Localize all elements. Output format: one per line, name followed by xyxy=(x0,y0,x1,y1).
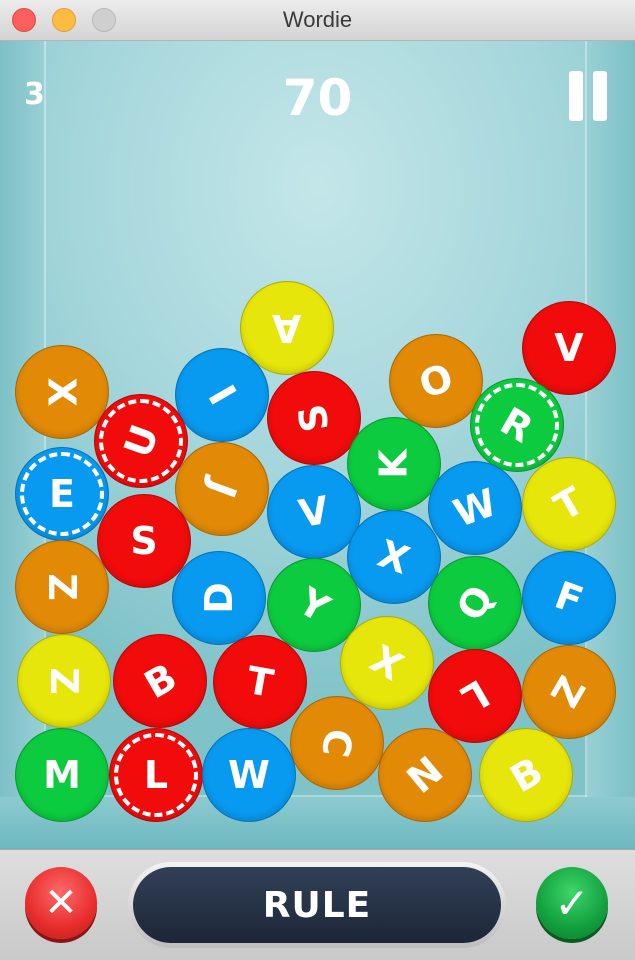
current-word: RULE xyxy=(133,867,501,943)
letter-ball-w[interactable]: W xyxy=(202,728,296,822)
letter-ball-x[interactable]: X xyxy=(347,510,441,604)
score: 70 xyxy=(282,69,353,127)
ball-letter: C xyxy=(312,725,362,761)
ball-letter: Z xyxy=(42,667,86,695)
ball-letter: Z xyxy=(543,669,595,715)
letter-ball-c[interactable]: C xyxy=(290,696,384,790)
ball-letter: Y xyxy=(291,579,337,631)
ball-letter: W xyxy=(447,480,503,536)
control-bar: ✕ RULE ✓ xyxy=(0,849,635,960)
ball-letter: O xyxy=(413,354,459,408)
ball-letter: Z xyxy=(40,573,84,601)
close-icon: ✕ xyxy=(44,880,78,926)
letter-ball-i[interactable]: I xyxy=(175,348,269,442)
letter-ball-r[interactable]: R xyxy=(470,378,564,472)
ball-letter: E xyxy=(49,472,75,516)
pause-icon[interactable] xyxy=(565,71,611,121)
left-wall xyxy=(0,41,44,849)
ball-letter: K xyxy=(371,449,416,479)
ball-letter: W xyxy=(228,753,270,797)
ball-letter: T xyxy=(546,478,592,530)
letter-ball-l[interactable]: L xyxy=(109,728,203,822)
letter-ball-m[interactable]: M xyxy=(15,728,109,822)
ball-letter: X xyxy=(363,636,411,690)
ball-letter: T xyxy=(243,658,277,706)
letter-ball-u[interactable]: U xyxy=(94,394,188,488)
letter-ball-t[interactable]: T xyxy=(213,635,307,729)
ball-letter: D xyxy=(196,582,241,614)
ball-letter: R xyxy=(493,398,541,452)
ball-letter: X xyxy=(40,377,84,407)
ball-letter: F xyxy=(549,572,589,624)
ball-letter: V xyxy=(554,326,584,370)
ball-letter: X xyxy=(372,531,416,583)
letter-ball-q[interactable]: Q xyxy=(428,556,522,650)
checkmark-icon: ✓ xyxy=(554,878,590,928)
letter-ball-b[interactable]: B xyxy=(113,634,207,728)
clear-word-button[interactable]: ✕ xyxy=(25,867,97,939)
letter-ball-x[interactable]: X xyxy=(15,345,109,439)
ball-letter: S xyxy=(130,519,158,563)
game-board: 3 70 AVXIOUSRKEJVWTSXZDYQFZBTXLZMLWCNB xyxy=(0,41,635,849)
ball-letter: B xyxy=(136,654,184,708)
ball-letter: L xyxy=(143,753,169,797)
letter-ball-k[interactable]: K xyxy=(347,417,441,511)
letter-ball-z[interactable]: Z xyxy=(522,645,616,739)
ball-letter: V xyxy=(295,487,333,537)
ball-letter: U xyxy=(115,418,167,464)
letter-ball-d[interactable]: D xyxy=(172,551,266,645)
letter-ball-z[interactable]: Z xyxy=(15,540,109,634)
ball-letter: B xyxy=(502,748,550,802)
letter-ball-w[interactable]: W xyxy=(428,461,522,555)
letter-ball-v[interactable]: V xyxy=(522,301,616,395)
submit-word-button[interactable]: ✓ xyxy=(536,867,608,939)
current-word-display: RULE xyxy=(128,862,506,948)
window-title-bar: Wordie xyxy=(0,0,635,41)
letter-ball-s[interactable]: S xyxy=(97,494,191,588)
window-title: Wordie xyxy=(282,7,353,32)
ball-letter: L xyxy=(453,670,497,722)
letter-ball-t[interactable]: T xyxy=(522,457,616,551)
letter-ball-s[interactable]: S xyxy=(267,371,361,465)
letter-ball-n[interactable]: N xyxy=(378,728,472,822)
letter-ball-e[interactable]: E xyxy=(15,447,109,541)
ball-letter: Q xyxy=(447,578,503,628)
letter-ball-f[interactable]: F xyxy=(522,551,616,645)
letter-ball-x[interactable]: X xyxy=(340,616,434,710)
ball-letter: N xyxy=(398,747,452,803)
letter-ball-z[interactable]: Z xyxy=(17,634,111,728)
letter-ball-b[interactable]: B xyxy=(479,728,573,822)
letter-ball-v[interactable]: V xyxy=(267,465,361,559)
letter-ball-j[interactable]: J xyxy=(175,442,269,536)
ball-letter: M xyxy=(43,753,81,797)
letter-ball-l[interactable]: L xyxy=(428,649,522,743)
ball-letter: S xyxy=(289,400,339,436)
ball-letter: J xyxy=(198,474,246,504)
ball-letter: I xyxy=(199,377,245,413)
letter-ball-o[interactable]: O xyxy=(389,334,483,428)
ball-letter: A xyxy=(272,306,302,350)
